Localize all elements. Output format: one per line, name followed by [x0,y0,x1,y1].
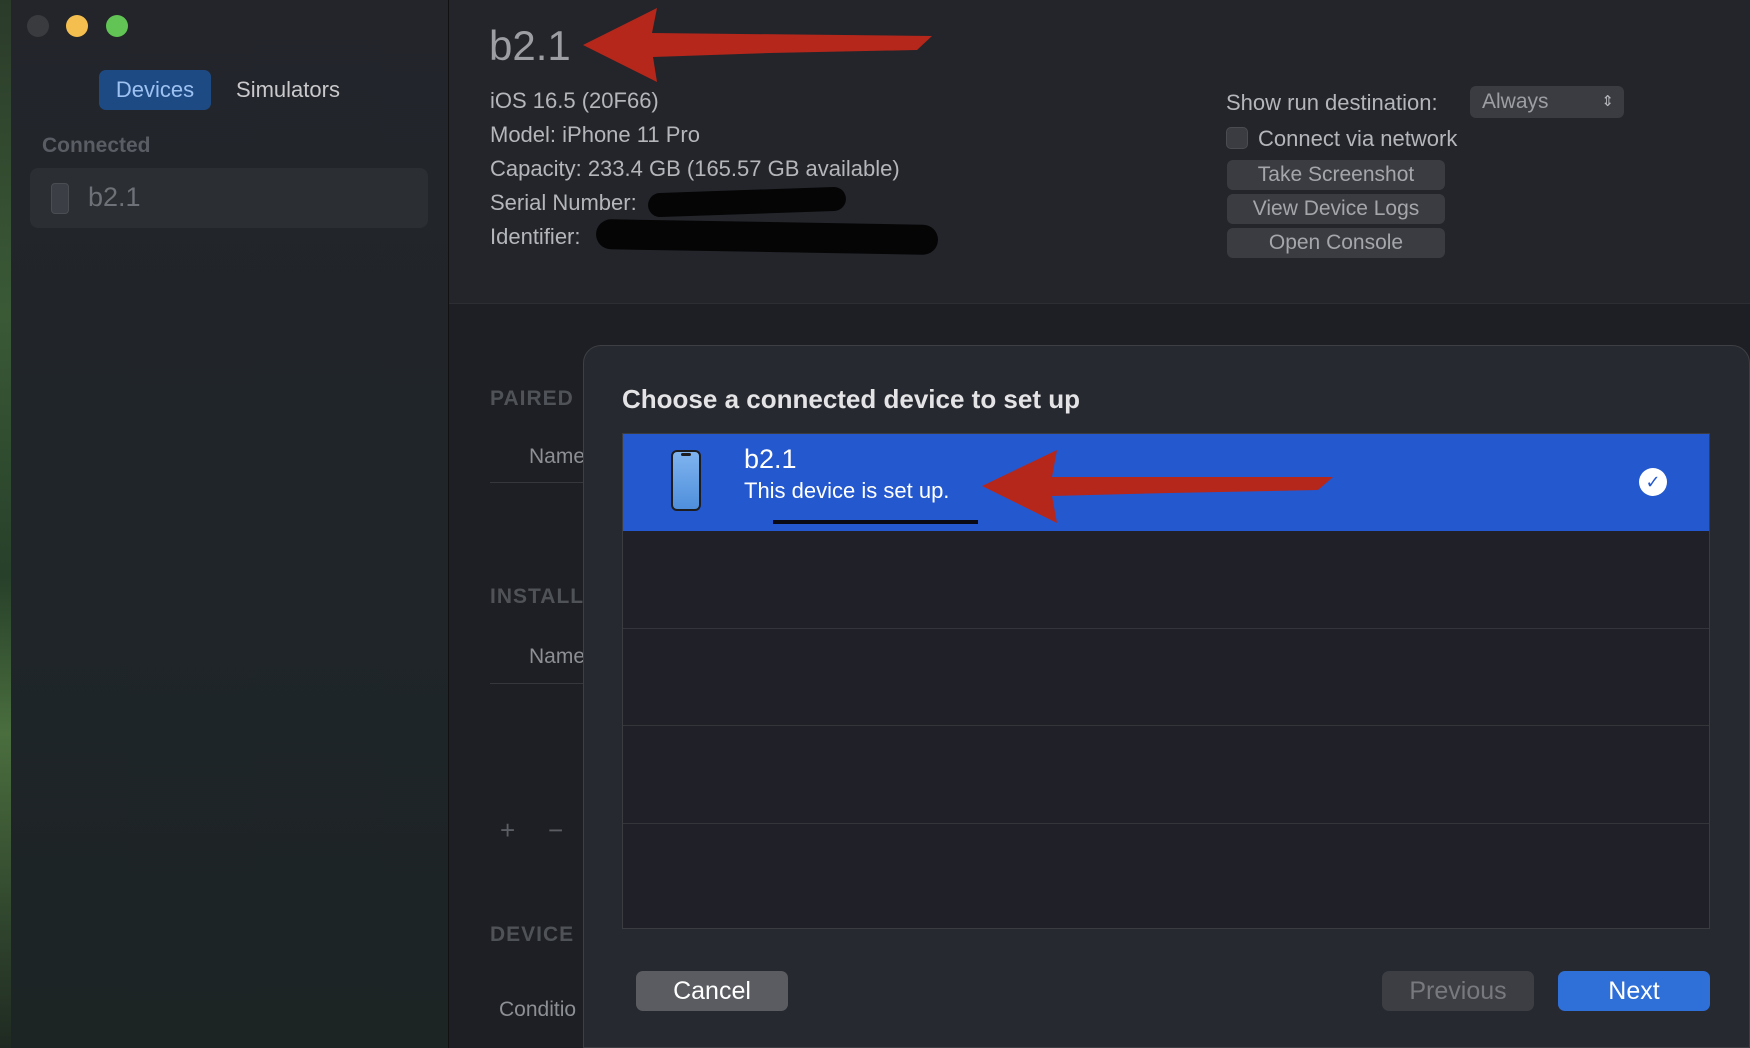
checkmark-icon: ✓ [1639,468,1667,496]
sidebar-section-connected: Connected [42,134,151,157]
section-installed: INSTALL [490,585,585,608]
device-identifier-label: Identifier: [490,224,581,249]
tab-devices[interactable]: Devices [99,70,211,110]
dialog-title: Choose a connected device to set up [622,384,1080,414]
open-console-button[interactable]: Open Console [1227,228,1445,258]
section-device: DEVICE [490,923,575,946]
annotation-underline [773,520,978,524]
connect-via-network-label: Connect via network [1258,126,1458,151]
device-capacity: Capacity: 233.4 GB (165.57 GB available) [490,156,900,181]
connect-via-network-checkbox[interactable] [1226,127,1248,149]
iphone-icon [51,183,69,214]
view-device-logs-button[interactable]: View Device Logs [1227,194,1445,224]
iphone-icon [671,450,701,511]
add-icon[interactable]: + [500,815,515,846]
sidebar-item-label: b2.1 [88,182,141,212]
row-divider [623,725,1709,726]
zoom-window-button[interactable] [106,15,128,37]
desktop-background-strip [0,0,11,1048]
cancel-button[interactable]: Cancel [636,971,788,1011]
device-model: Model: iPhone 11 Pro [490,122,700,147]
close-window-button[interactable] [27,15,49,37]
paired-name-column: Name [529,445,586,468]
row-divider [623,628,1709,629]
device-serial-label: Serial Number: [490,190,637,215]
device-os-version: iOS 16.5 (20F66) [490,88,659,113]
row-divider [623,823,1709,824]
device-info-panel [449,0,1750,304]
remove-icon[interactable]: − [548,815,563,846]
run-destination-label: Show run destination: [1226,90,1438,115]
previous-button[interactable]: Previous [1382,971,1534,1011]
device-title: b2.1 [489,22,571,69]
device-row-status: This device is set up. [744,478,950,503]
device-row-name: b2.1 [744,444,797,474]
run-destination-value: Always [1482,90,1549,113]
updown-chevron-icon: ⇕ [1601,93,1614,110]
run-destination-select[interactable]: Always ⇕ [1470,86,1624,118]
section-paired: PAIRED [490,387,574,410]
divider [490,482,590,483]
condition-column: Conditio [499,998,577,1021]
take-screenshot-button[interactable]: Take Screenshot [1227,160,1445,190]
divider [490,683,590,684]
minimize-window-button[interactable] [66,15,88,37]
tab-simulators[interactable]: Simulators [222,70,354,110]
redaction-scribble [595,219,939,255]
installed-name-column: Name [529,645,586,668]
next-button[interactable]: Next [1558,971,1710,1011]
